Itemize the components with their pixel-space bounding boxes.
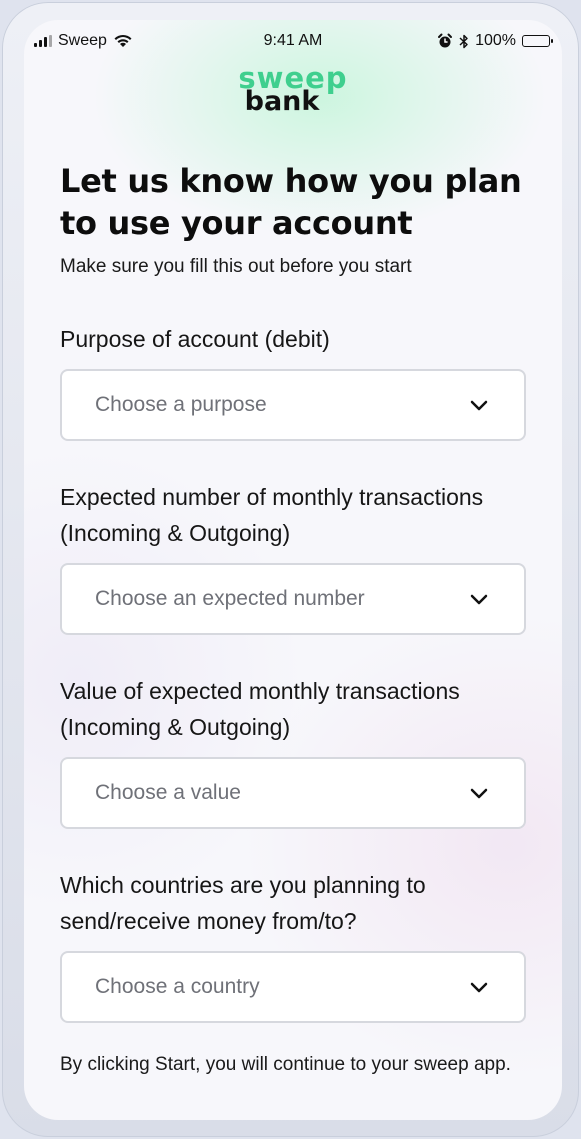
chevron-down-icon (470, 594, 488, 604)
transaction-count-select[interactable]: Choose an expected number (60, 563, 526, 635)
logo-line-2: bank (244, 86, 320, 117)
chevron-down-icon (470, 982, 488, 992)
field-countries: Which countries are you planning to send… (60, 867, 530, 1023)
field-purpose: Purpose of account (debit) Choose a purp… (60, 321, 530, 441)
status-right: 100% (437, 32, 553, 50)
battery-icon (522, 35, 553, 47)
status-bar: Sweep 9:41 AM 100% (24, 20, 562, 64)
field-label-purpose: Purpose of account (debit) (60, 326, 330, 352)
alarm-icon (438, 33, 453, 48)
footer-note: By clicking Start, you will continue to … (60, 1054, 511, 1075)
screen: Sweep 9:41 AM 100% sweep bank Let us kno… (24, 20, 562, 1120)
field-label-transaction-count: Expected number of monthly transactions … (60, 484, 484, 546)
field-transaction-count: Expected number of monthly transactions … (60, 479, 530, 635)
country-select[interactable]: Choose a country (60, 951, 526, 1023)
country-select-placeholder: Choose a country (95, 975, 260, 998)
field-transaction-value: Value of expected monthly transactions (… (60, 673, 530, 829)
form-content: Let us know how you plan to use your acc… (60, 160, 530, 1081)
page-title: Let us know how you plan to use your acc… (60, 162, 522, 242)
chevron-down-icon (470, 400, 488, 410)
transaction-count-select-placeholder: Choose an expected number (95, 587, 365, 610)
purpose-select-placeholder: Choose a purpose (95, 393, 267, 416)
bluetooth-icon (459, 34, 468, 48)
battery-percentage: 100% (475, 32, 516, 49)
sweep-bank-logo: sweep bank (24, 64, 562, 117)
chevron-down-icon (470, 788, 488, 798)
phone-frame: Sweep 9:41 AM 100% sweep bank Let us kno… (2, 2, 579, 1137)
field-label-transaction-value: Value of expected monthly transactions (… (60, 678, 460, 740)
purpose-select[interactable]: Choose a purpose (60, 369, 526, 441)
field-label-countries: Which countries are you planning to send… (60, 872, 426, 934)
transaction-value-select[interactable]: Choose a value (60, 757, 526, 829)
page-subtitle: Make sure you fill this out before you s… (60, 256, 412, 277)
transaction-value-select-placeholder: Choose a value (95, 781, 241, 804)
